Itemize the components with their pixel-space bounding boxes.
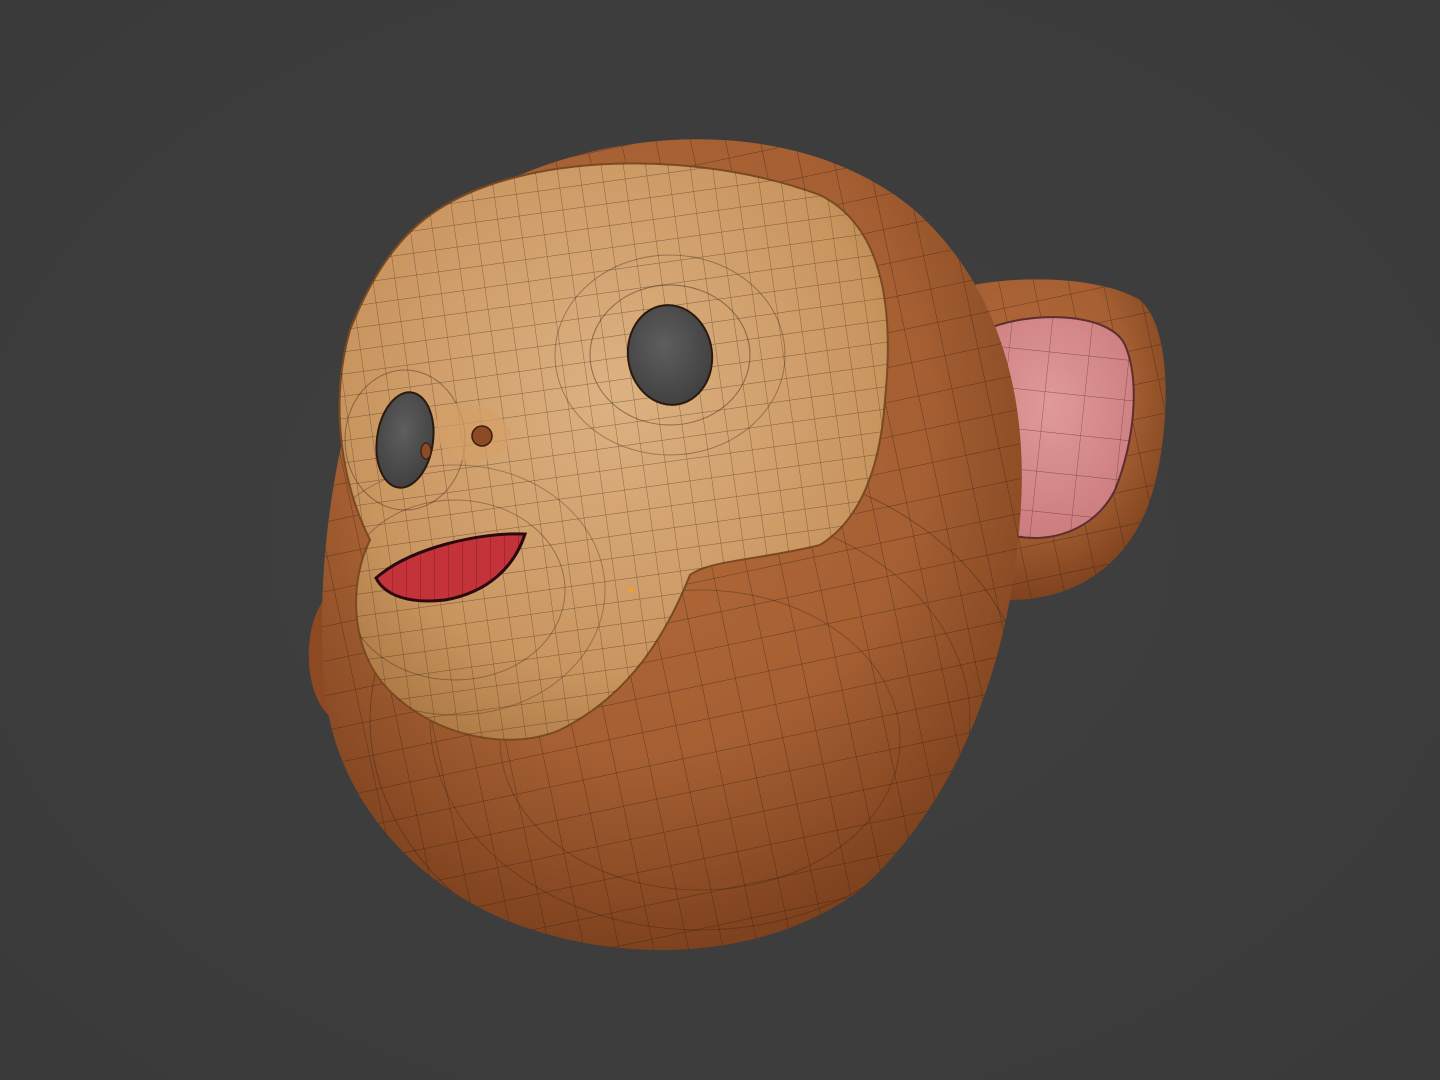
left-nostril [420, 442, 432, 460]
right-nostril [471, 425, 493, 447]
model-scene [0, 0, 1440, 1080]
selected-vertex[interactable] [628, 587, 634, 593]
3d-viewport[interactable] [0, 0, 1440, 1080]
